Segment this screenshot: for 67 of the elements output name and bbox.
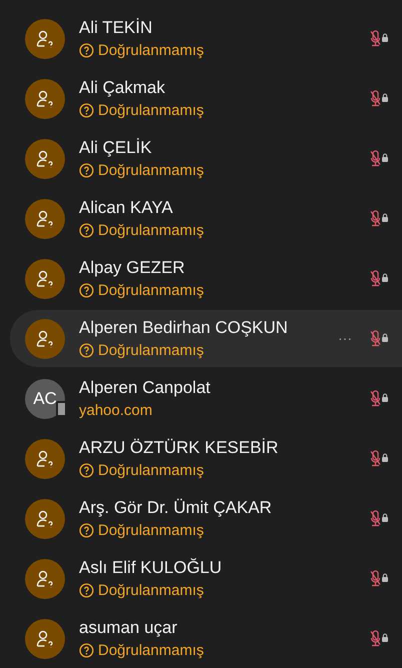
verification-status: Doğrulanmamış — [98, 280, 204, 300]
verification-status: Doğrulanmamış — [98, 640, 204, 660]
contact-name: asuman uçar — [79, 616, 178, 638]
question-circle-icon — [79, 583, 94, 598]
contact-name: Aslı Elif KULOĞLU — [79, 556, 223, 578]
muted-mic-lock-icon — [370, 450, 390, 468]
contact-domain: yahoo.com — [79, 400, 154, 420]
contact-row[interactable]: Alican KAYA Doğrulanmamış — [10, 190, 402, 247]
muted-mic-lock-icon — [370, 30, 390, 48]
contact-name: Ali TEKİN — [79, 16, 154, 38]
contact-row[interactable]: ARZU ÖZTÜRK KESEBİR Doğrulanmamış — [10, 430, 402, 487]
person-question-icon — [35, 448, 55, 468]
contact-name: Ali ÇELİK — [79, 136, 153, 158]
person-question-icon — [35, 568, 55, 588]
question-circle-icon — [79, 643, 94, 658]
question-circle-icon — [79, 343, 94, 358]
phone-icon — [56, 400, 67, 416]
person-question-icon — [35, 508, 55, 528]
contact-row[interactable]: AC Alperen Canpolat yahoo.com — [10, 370, 402, 427]
question-circle-icon — [79, 523, 94, 538]
contact-row[interactable]: Alpay GEZER Doğrulanmamış — [10, 250, 402, 307]
verification-status: Doğrulanmamış — [98, 340, 204, 360]
muted-mic-lock-icon — [370, 270, 390, 288]
contact-name: Alican KAYA — [79, 196, 174, 218]
muted-mic-lock-icon — [370, 330, 390, 348]
person-question-icon — [35, 148, 55, 168]
contact-name: Alperen Bedirhan COŞKUN — [79, 316, 289, 338]
question-circle-icon — [79, 463, 94, 478]
person-question-icon — [35, 628, 55, 648]
person-question-icon — [35, 328, 55, 348]
contact-name: Alpay GEZER — [79, 256, 186, 278]
contact-row[interactable]: Arş. Gör Dr. Ümit ÇAKAR Doğrulanmamış — [10, 490, 402, 547]
contact-row[interactable]: Aslı Elif KULOĞLU Doğrulanmamış — [10, 550, 402, 607]
muted-mic-lock-icon — [370, 510, 390, 528]
question-circle-icon — [79, 43, 94, 58]
verification-status: Doğrulanmamış — [98, 160, 204, 180]
verification-status: Doğrulanmamış — [98, 100, 204, 120]
muted-mic-lock-icon — [370, 150, 390, 168]
question-circle-icon — [79, 283, 94, 298]
question-circle-icon — [79, 223, 94, 238]
contact-name: Alperen Canpolat — [79, 376, 212, 398]
question-circle-icon — [79, 163, 94, 178]
contact-row[interactable]: asuman uçar Doğrulanmamış — [10, 610, 402, 667]
verification-status: Doğrulanmamış — [98, 40, 204, 60]
verification-status: Doğrulanmamış — [98, 580, 204, 600]
muted-mic-lock-icon — [370, 570, 390, 588]
contact-name: Arş. Gör Dr. Ümit ÇAKAR — [79, 496, 273, 518]
verification-status: Doğrulanmamış — [98, 520, 204, 540]
contact-row[interactable]: Ali TEKİN Doğrulanmamış — [10, 10, 402, 67]
muted-mic-lock-icon — [370, 390, 390, 408]
question-circle-icon — [79, 103, 94, 118]
muted-mic-lock-icon — [370, 90, 390, 108]
muted-mic-lock-icon — [370, 630, 390, 648]
more-button[interactable]: ··· — [338, 328, 352, 349]
contact-row[interactable]: Ali ÇELİK Doğrulanmamış — [10, 130, 402, 187]
contact-row[interactable]: Ali Çakmak Doğrulanmamış — [10, 70, 402, 127]
muted-mic-lock-icon — [370, 210, 390, 228]
contact-row[interactable]: Alperen Bedirhan COŞKUN Doğrulanmamış ··· — [10, 310, 402, 367]
contact-name: ARZU ÖZTÜRK KESEBİR — [79, 436, 280, 458]
contact-name: Ali Çakmak — [79, 76, 166, 98]
person-question-icon — [35, 88, 55, 108]
verification-status: Doğrulanmamış — [98, 220, 204, 240]
avatar: AC — [25, 378, 65, 418]
verification-status: Doğrulanmamış — [98, 460, 204, 480]
person-question-icon — [35, 268, 55, 288]
person-question-icon — [35, 28, 55, 48]
person-question-icon — [35, 208, 55, 228]
